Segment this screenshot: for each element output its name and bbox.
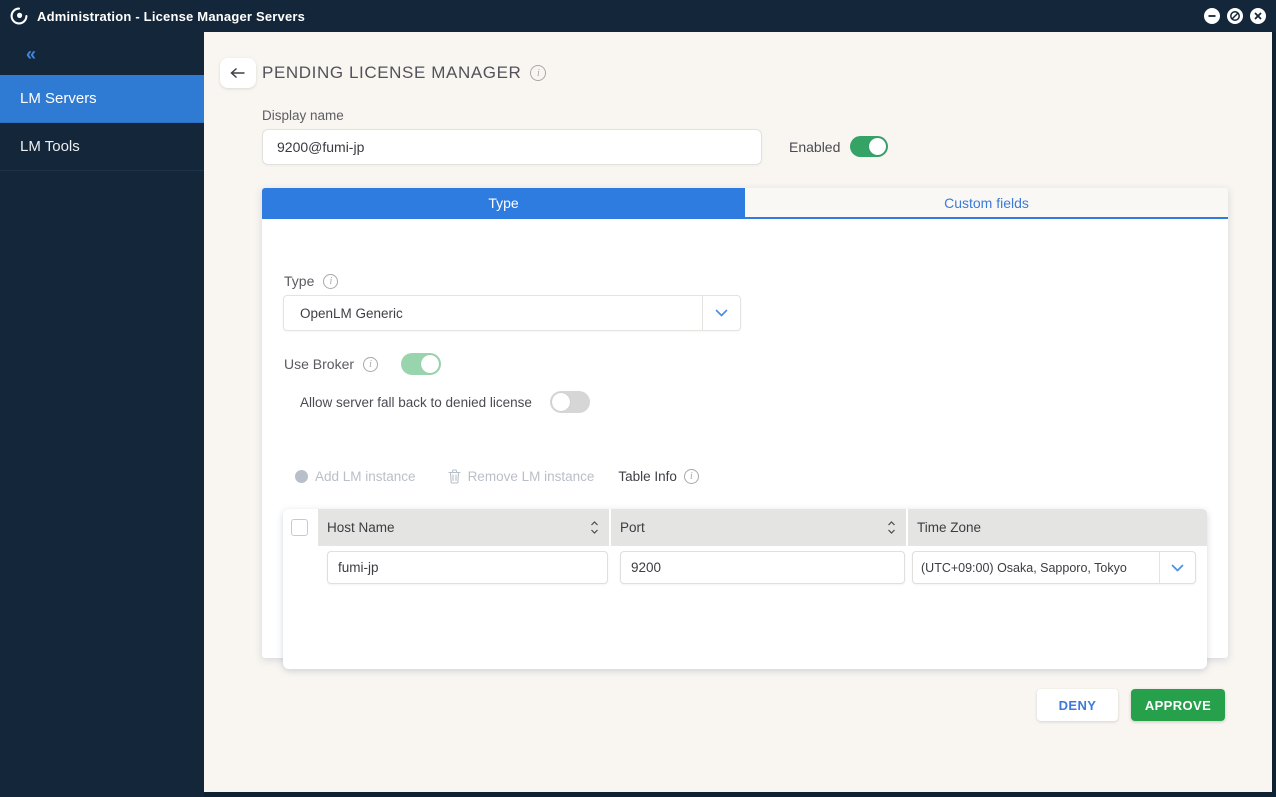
remove-lm-instance-label: Remove LM instance [467,469,595,484]
column-header-host-name[interactable]: Host Name [318,509,609,546]
sidebar-item-label: LM Servers [20,90,97,107]
sidebar: « LM Servers LM Tools [0,32,204,797]
fallback-row: Allow server fall back to denied license [300,391,590,413]
approve-label: APPROVE [1144,697,1212,713]
fallback-toggle[interactable] [549,391,590,413]
time-zone-value: (UTC+09:00) Osaka, Sapporo, Tokyo [921,560,1127,575]
fallback-label: Allow server fall back to denied license [300,394,532,410]
sort-icon [589,520,600,535]
restore-blocked-icon[interactable] [1227,8,1243,24]
enabled-label: Enabled [789,139,841,155]
use-broker-info-icon[interactable] [363,356,379,372]
approve-button[interactable]: APPROVE [1131,689,1225,721]
add-lm-instance-label: Add LM instance [315,469,416,484]
sidebar-collapse-icon[interactable]: « [26,44,36,65]
window-title: Administration - License Manager Servers [37,8,306,24]
close-icon[interactable] [1250,8,1266,24]
column-header-time-zone[interactable]: Time Zone [908,509,1207,546]
lm-instance-table: Host Name Port Time Zone fumi-jp 9200 (U… [283,509,1207,669]
window-controls [1204,0,1266,32]
toggle-knob [551,393,570,411]
type-field-label-row: Type [284,273,339,289]
port-input[interactable] [620,551,905,584]
tab-bar: Type Custom fields [262,188,1228,219]
time-zone-select[interactable]: (UTC+09:00) Osaka, Sapporo, Tokyo [912,551,1196,584]
window-titlebar: Administration - License Manager Servers [0,0,1276,32]
display-name-label: Display name [262,108,344,123]
type-info-icon[interactable] [323,273,339,289]
page-title: PENDING LICENSE MANAGER [262,63,522,82]
deny-label: DENY [1058,697,1097,713]
main-content: PENDING LICENSE MANAGER Display name Ena… [204,32,1272,792]
minimize-icon[interactable] [1204,8,1220,24]
column-header-port[interactable]: Port [611,509,906,546]
host-name-input[interactable] [327,551,608,584]
display-name-input[interactable] [262,129,762,165]
chevron-down-icon [702,296,740,330]
sidebar-nav: LM Servers LM Tools [0,75,204,171]
tab-custom-fields[interactable]: Custom fields [745,188,1228,217]
table-info-icon[interactable] [683,469,699,484]
sidebar-item-label: LM Tools [20,138,80,155]
table-toolbar: Add LM instance Remove LM instance Table… [295,469,699,484]
column-label: Port [620,520,645,535]
lm-config-card: Type Custom fields Type OpenLM Generic U… [262,188,1228,669]
type-select[interactable]: OpenLM Generic [283,295,741,331]
app-logo-icon [10,7,28,25]
toggle-knob [421,355,440,373]
sidebar-item-lm-servers[interactable]: LM Servers [0,75,204,123]
sidebar-item-lm-tools[interactable]: LM Tools [0,123,204,171]
column-label: Host Name [327,520,395,535]
remove-lm-instance-button[interactable]: Remove LM instance [448,469,595,484]
type-tab-content: Type OpenLM Generic Use Broker Allow ser… [262,219,1228,669]
trash-icon [448,469,461,484]
type-field-label: Type [284,273,315,289]
select-all-checkbox[interactable] [291,519,308,536]
table-info-button[interactable]: Table Info [618,469,699,484]
sort-icon [886,520,897,535]
deny-button[interactable]: DENY [1037,689,1118,721]
column-label: Time Zone [917,520,982,535]
table-header: Host Name Port Time Zone [318,509,1207,546]
tab-label: Type [488,194,519,211]
page-info-icon[interactable] [530,65,547,81]
enabled-toggle[interactable] [850,136,888,157]
use-broker-row: Use Broker [284,353,442,375]
type-select-value: OpenLM Generic [300,305,403,321]
use-broker-label: Use Broker [284,356,355,372]
tab-label: Custom fields [944,194,1029,211]
tab-type[interactable]: Type [262,188,745,217]
chevron-down-icon [1159,552,1195,583]
back-button[interactable] [220,58,256,88]
toggle-knob [869,138,886,155]
page-header: PENDING LICENSE MANAGER [262,63,547,83]
table-info-label: Table Info [618,469,677,484]
add-circle-icon [295,470,308,483]
add-lm-instance-button[interactable]: Add LM instance [295,469,416,484]
use-broker-toggle[interactable] [401,353,442,375]
